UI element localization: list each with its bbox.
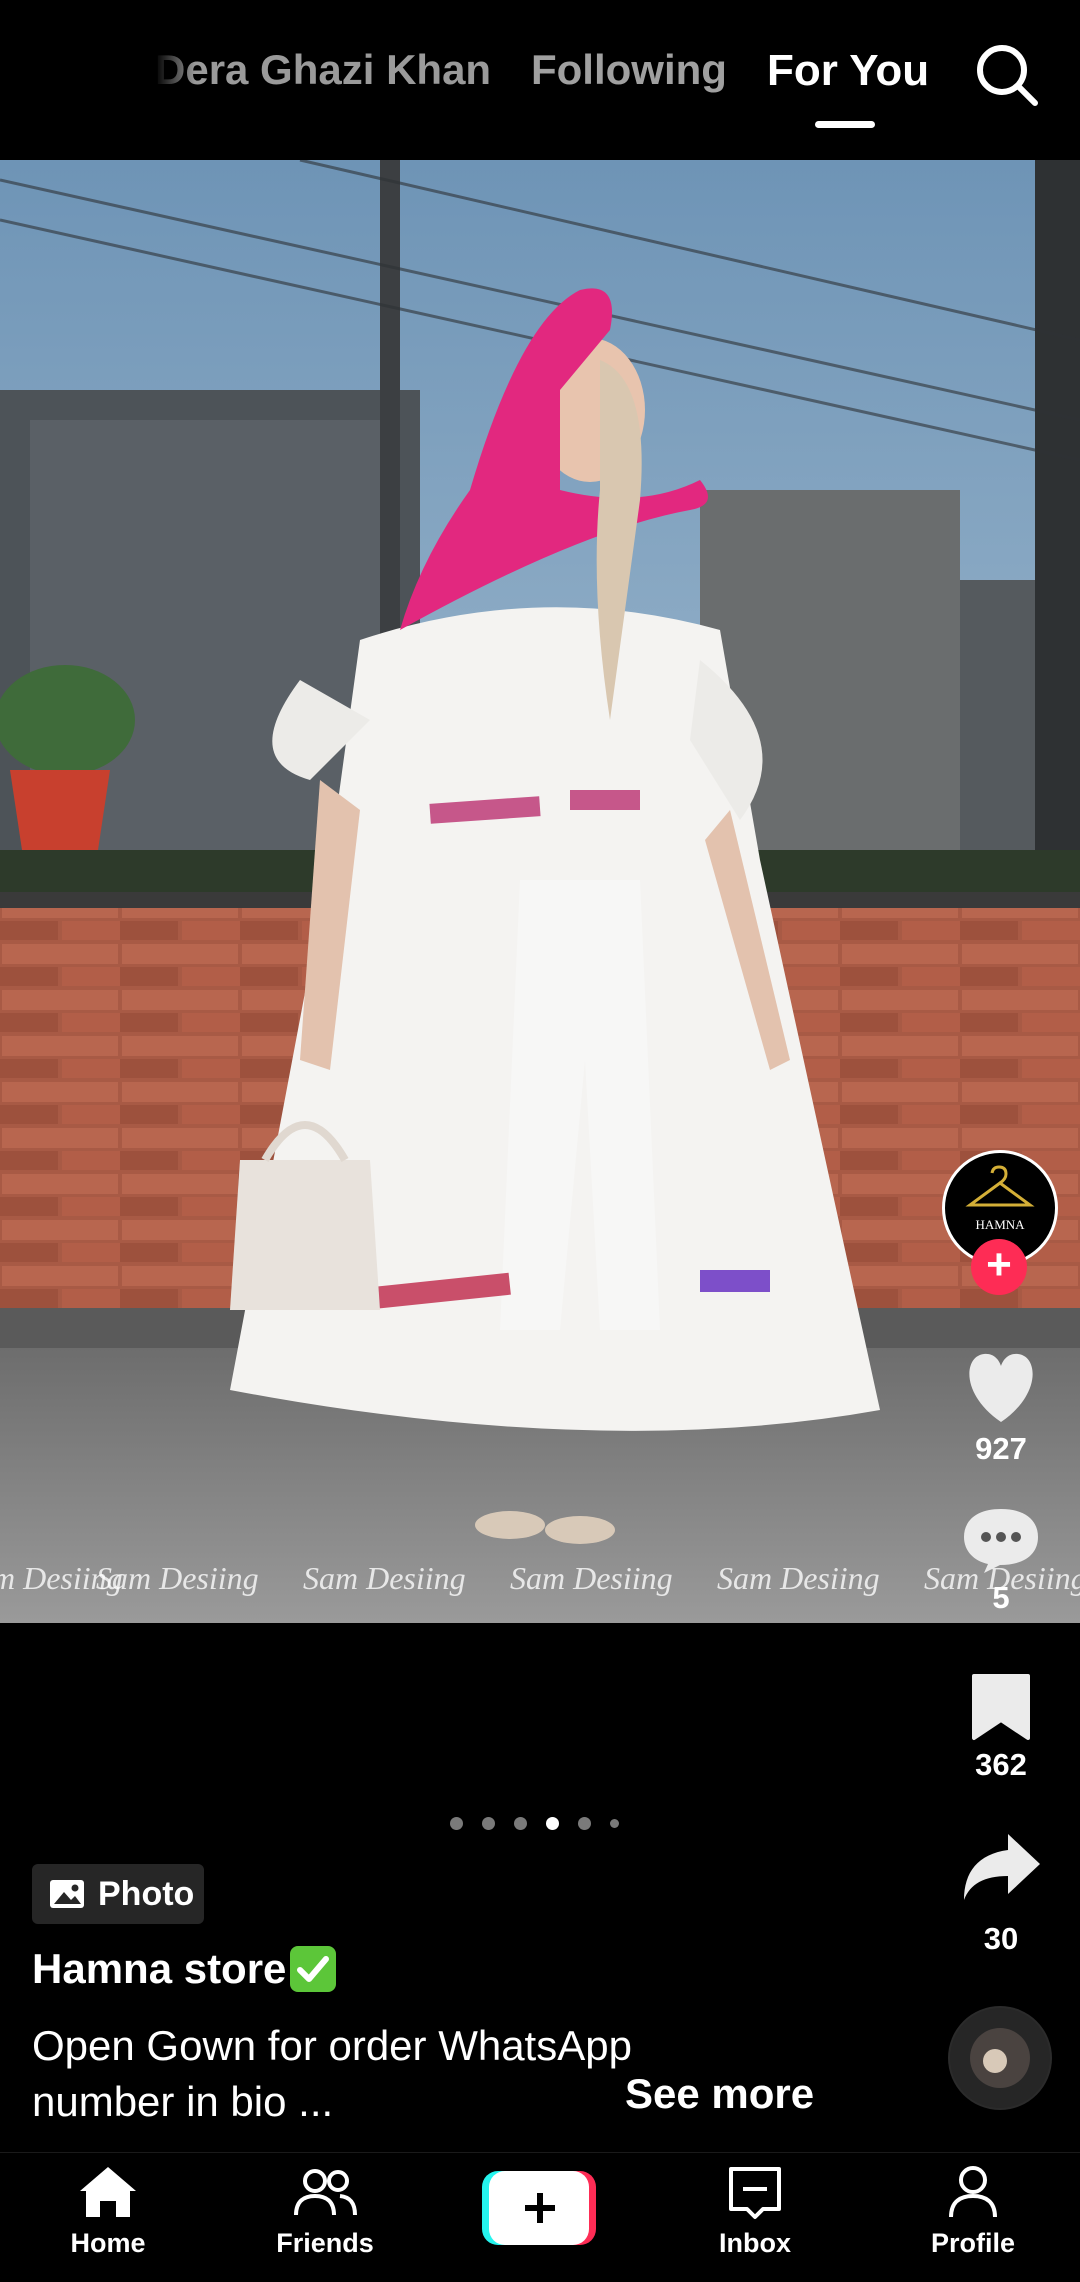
save-count: 362: [975, 1747, 1027, 1782]
tab-location[interactable]: Dera Ghazi Khan: [155, 46, 491, 94]
post-type-label: Photo: [98, 1874, 195, 1913]
search-button[interactable]: [972, 40, 1042, 110]
music-disc-icon: [950, 2008, 1050, 2108]
heart-icon: [969, 1353, 1033, 1422]
nav-friends[interactable]: Friends: [250, 2163, 400, 2259]
like-button[interactable]: 927: [940, 1346, 1062, 1467]
share-button[interactable]: 30: [940, 1828, 1062, 1957]
nav-home-label: Home: [70, 2228, 146, 2258]
carousel-dot: [610, 1819, 619, 1828]
carousel-dot: [450, 1817, 463, 1830]
carousel-dot: [546, 1817, 559, 1830]
friends-icon: [294, 2169, 357, 2216]
search-icon: [977, 45, 1038, 106]
carousel-dot: [578, 1817, 591, 1830]
follow-button[interactable]: +: [971, 1239, 1027, 1295]
carousel-dot: [514, 1817, 527, 1830]
inbox-icon: [729, 2167, 781, 2219]
comment-count: 5: [992, 1580, 1010, 1615]
nav-home[interactable]: Home: [33, 2163, 183, 2259]
comment-icon: [964, 1509, 1038, 1573]
tab-following[interactable]: Following: [531, 46, 727, 94]
username-text: Hamna store: [32, 1945, 287, 1992]
watermark-text: Sam Desiing: [303, 1560, 466, 1596]
create-button[interactable]: [482, 2171, 596, 2245]
share-count: 30: [983, 1921, 1019, 1956]
watermark-text: Sam Desiing: [96, 1560, 259, 1596]
nav-profile[interactable]: Profile: [898, 2163, 1048, 2259]
tab-for-you[interactable]: For You: [767, 46, 929, 96]
post-photo[interactable]: [0, 160, 1080, 1623]
fashion-photo-illustration: [0, 160, 1080, 1623]
avatar-text: HAMNA: [975, 1217, 1025, 1232]
see-more-button[interactable]: See more: [625, 2070, 814, 2118]
nav-inbox[interactable]: Inbox: [680, 2163, 830, 2259]
top-tab-bar: Dera Ghazi Khan Following For You: [0, 0, 1080, 160]
profile-icon: [949, 2166, 997, 2218]
save-button[interactable]: 362: [940, 1672, 1062, 1783]
home-icon: [80, 2167, 136, 2217]
carousel-dot: [482, 1817, 495, 1830]
post-type-badge: Photo: [32, 1864, 204, 1924]
share-arrow-icon: [964, 1834, 1040, 1900]
post-caption: Open Gown for order WhatsApp number in b…: [32, 2022, 632, 2125]
watermark-text: Sam Desiing: [510, 1560, 673, 1596]
music-disc[interactable]: [948, 2006, 1052, 2110]
photo-watermark: Sam Desiing Sam Desiing Sam Desiing Sam …: [0, 1560, 1080, 1604]
nav-inbox-label: Inbox: [719, 2228, 791, 2258]
nav-profile-label: Profile: [930, 2228, 1016, 2258]
green-check-icon: [290, 1946, 337, 1992]
active-tab-indicator: [815, 121, 875, 128]
plus-icon: [482, 2171, 596, 2245]
watermark-text: Sam Desiing: [717, 1560, 880, 1596]
bookmark-icon: [972, 1674, 1030, 1740]
like-count: 927: [975, 1431, 1027, 1466]
bottom-navigation: Home Friends Inbox Profile: [0, 2152, 1080, 2282]
image-icon: [50, 1880, 84, 1908]
nav-friends-label: Friends: [276, 2228, 374, 2258]
comment-button[interactable]: 5: [940, 1503, 1062, 1616]
creator-username[interactable]: Hamna store: [32, 1944, 338, 1994]
